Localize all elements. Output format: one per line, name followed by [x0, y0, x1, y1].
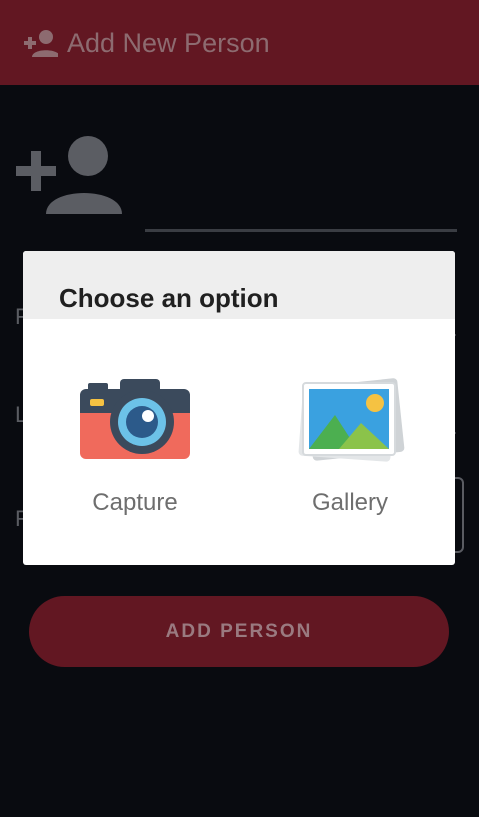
capture-option[interactable]: Capture	[55, 369, 215, 529]
person-add-icon	[24, 30, 58, 57]
page-title: Add New Person	[67, 28, 270, 58]
camera-icon	[80, 379, 190, 459]
app-bar: Add New Person	[0, 0, 479, 85]
dialog-title: Choose an option	[59, 283, 279, 313]
gallery-label: Gallery	[311, 489, 389, 516]
person-add-icon[interactable]	[16, 136, 122, 214]
choose-option-dialog: Choose an option Capture Gallery	[23, 251, 455, 565]
gallery-option[interactable]: Gallery	[270, 369, 430, 529]
gallery-icon	[298, 378, 405, 462]
capture-label: Capture	[92, 489, 178, 516]
name-field[interactable]	[145, 229, 457, 232]
add-person-button[interactable]: ADD PERSON	[29, 596, 449, 667]
